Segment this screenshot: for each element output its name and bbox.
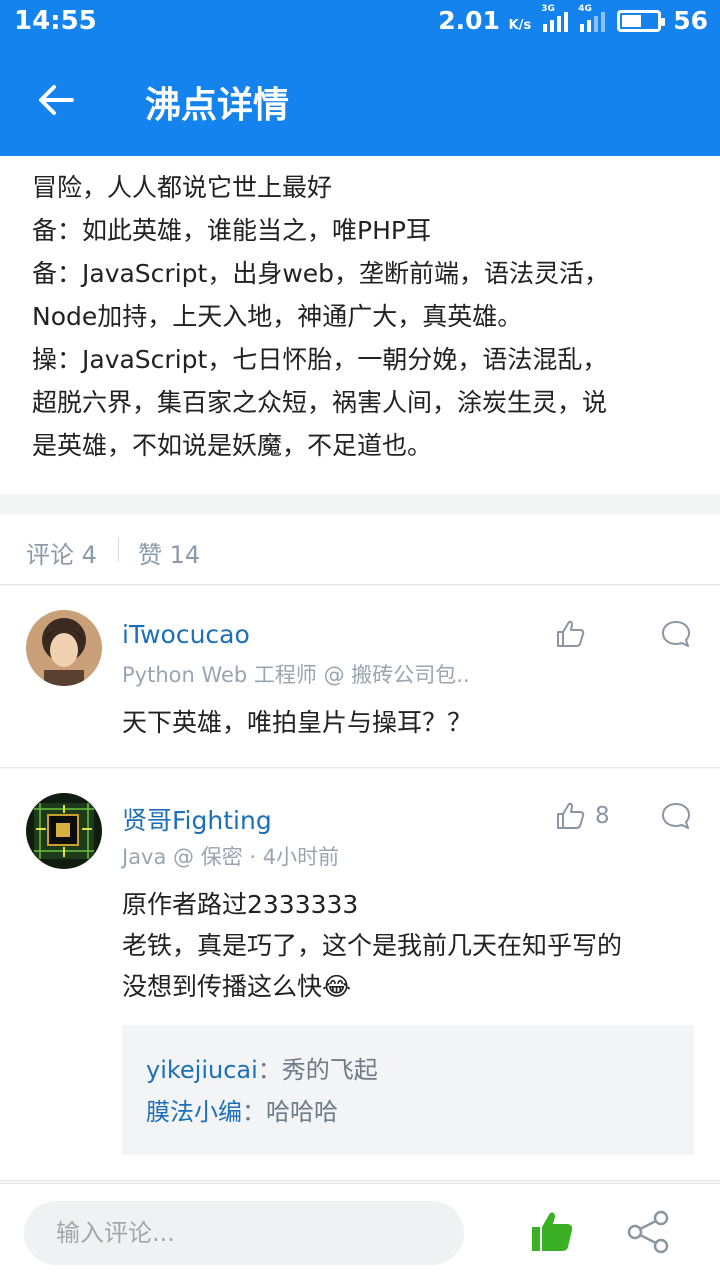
battery-percent: 56 <box>673 6 708 35</box>
network-speed: 2.01 K/s <box>438 6 532 35</box>
post-text-line: 是英雄，不如说是妖魔，不足道也。 <box>32 431 433 460</box>
battery-fill <box>622 14 642 27</box>
comment-like-tabs: 评论 4 赞 14 <box>0 515 720 585</box>
comment-body: 原作者路过2333333 老铁，真是巧了，这个是我前几天在知乎写的 没想到传播这… <box>122 884 622 1007</box>
thumb-up-icon[interactable] <box>530 1209 574 1253</box>
like-button[interactable]: 8 <box>555 800 610 832</box>
comment-body-line: 老铁，真是巧了，这个是我前几天在知乎写的 <box>122 931 623 960</box>
comment-item: 贤哥Fighting Java @ 保密 · 4小时前 原作者路过2333333… <box>0 769 720 1181</box>
status-bar: 14:55 2.01 K/s 3G 4G 56 <box>0 0 720 46</box>
comment-username[interactable]: iTwocucao <box>122 620 250 649</box>
thumb-up-icon <box>557 620 585 647</box>
reply-item[interactable]: 膜法小编：哈哈哈 <box>146 1091 670 1133</box>
comment-bubble-icon <box>662 803 690 829</box>
comment-bubble-icon <box>662 621 690 647</box>
comment-body-line: 原作者路过2333333 <box>122 890 359 919</box>
comment-body-line: 没想到传播这么快😂 <box>122 972 352 1001</box>
reply-text: ：哈哈哈 <box>242 1098 338 1126</box>
signal-icon: 4G <box>578 4 606 32</box>
reply-text: ：秀的飞起 <box>257 1056 378 1084</box>
status-right: 2.01 K/s 3G 4G 56 <box>438 4 708 36</box>
post-text-line: 操：JavaScript，七日怀胎，一朝分娩，语法混乱， <box>32 345 608 374</box>
status-time: 14:55 <box>14 6 97 36</box>
avatar[interactable] <box>26 793 102 869</box>
reply-item[interactable]: yikejiucai：秀的飞起 <box>146 1049 670 1091</box>
reply-username[interactable]: 膜法小编 <box>146 1098 242 1126</box>
reply-list: yikejiucai：秀的飞起 膜法小编：哈哈哈 <box>122 1025 694 1155</box>
like-count: 8 <box>595 803 610 829</box>
battery-icon <box>617 9 666 32</box>
tab-divider <box>118 537 119 561</box>
bottom-bar <box>0 1183 720 1280</box>
network-speed-unit: K/s <box>508 18 532 33</box>
page-title: 沸点详情 <box>145 85 290 126</box>
avatar[interactable] <box>26 610 102 686</box>
post-text: 冒险，人人都说它世上最好备：如此英雄，谁能当之，唯PHP耳备：JavaScrip… <box>32 166 692 467</box>
post-content: ▔▔ ▔▔▔ ▔▔▔ ▔▔▔ ▔▔ ▔▔▔ ▔▔▔ ▔▔▔ ▔▔ 冒险，人人都说… <box>0 156 720 494</box>
back-arrow-icon[interactable] <box>34 78 78 122</box>
comment-meta: Python Web 工程师 @ 搬砖公司包.. <box>122 663 470 687</box>
reply-username[interactable]: yikejiucai <box>146 1056 258 1084</box>
post-text-line: 超脱六界，集百家之众短，祸害人间，涂炭生灵，说 <box>32 388 608 417</box>
app-bar: 沸点详情 <box>0 46 720 156</box>
avatar-image <box>26 610 102 686</box>
tab-comments[interactable]: 评论 4 <box>26 535 97 570</box>
reply-button[interactable] <box>660 800 692 832</box>
comment-body-line: 天下英雄，唯拍皇片与操耳？？ <box>122 708 473 737</box>
signal-icon: 3G <box>541 4 569 32</box>
comment-meta: Java @ 保密 · 4小时前 <box>122 845 340 869</box>
thumb-up-icon <box>557 802 585 829</box>
post-text-line: Node加持，上天入地，神通广大，真英雄。 <box>32 302 523 331</box>
reply-button[interactable] <box>660 618 692 650</box>
tab-likes[interactable]: 赞 14 <box>138 535 200 570</box>
comment-input[interactable] <box>24 1201 464 1265</box>
comment-item: iTwocucao Python Web 工程师 @ 搬砖公司包.. 天下英雄，… <box>0 586 720 768</box>
post-text-line: 备：如此英雄，谁能当之，唯PHP耳 <box>32 216 431 245</box>
comment-username[interactable]: 贤哥Fighting <box>122 801 272 837</box>
post-text-line: 冒险，人人都说它世上最好 <box>32 173 333 202</box>
like-button[interactable] <box>555 618 595 650</box>
post-text-line: 备：JavaScript，出身web，垄断前端，语法灵活， <box>32 259 610 288</box>
comment-body: 天下英雄，唯拍皇片与操耳？？ <box>122 702 472 743</box>
share-icon[interactable] <box>625 1209 671 1255</box>
avatar-image <box>26 793 102 869</box>
post-cut-off-line: ▔▔ ▔▔▔ ▔▔▔ ▔▔▔ ▔▔ ▔▔▔ ▔▔▔ ▔▔▔ ▔▔ <box>32 156 536 164</box>
